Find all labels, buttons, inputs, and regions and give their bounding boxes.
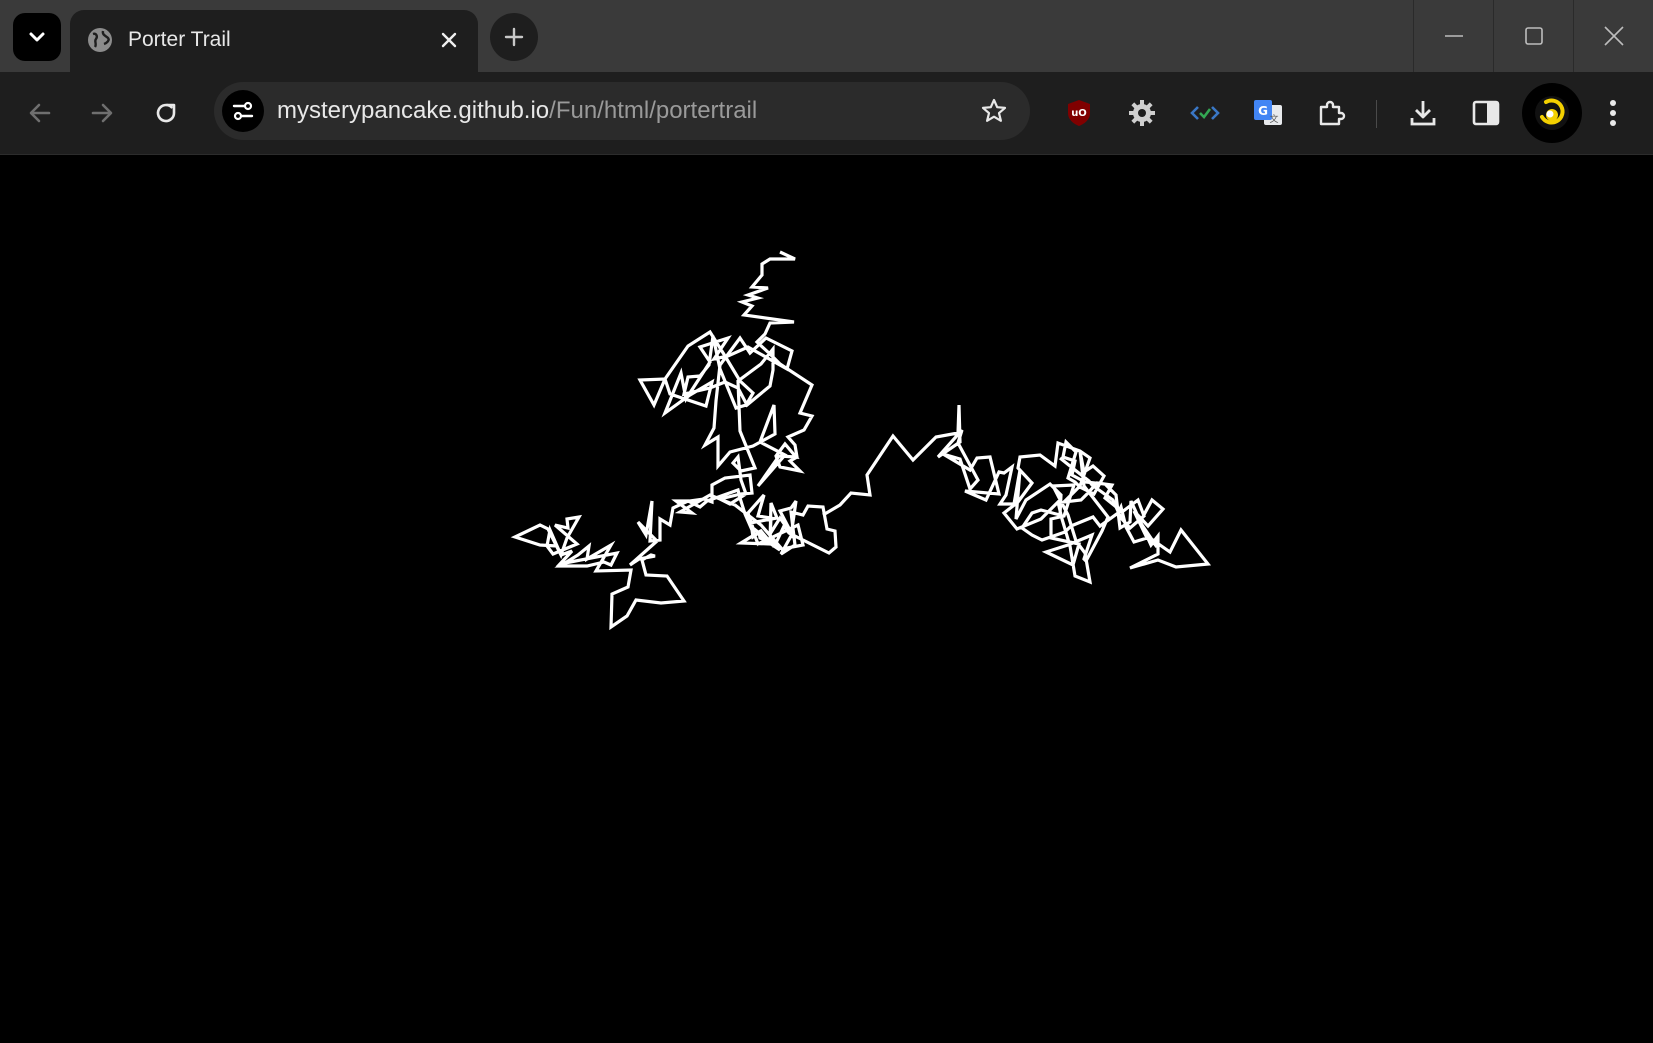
svg-text:G: G	[1258, 104, 1268, 118]
side-panel-button[interactable]	[1462, 89, 1510, 137]
porter-trail-canvas[interactable]	[0, 155, 1653, 1043]
page-viewport	[0, 155, 1653, 1043]
address-bar[interactable]: mysterypancake.github.io/Fun/html/porter…	[214, 82, 1030, 140]
tab-active[interactable]: Porter Trail	[70, 10, 478, 72]
globe-icon	[88, 28, 112, 52]
extensions-puzzle-icon	[1319, 100, 1346, 126]
browser-toolbar: mysterypancake.github.io/Fun/html/porter…	[0, 72, 1653, 155]
extensions-button[interactable]	[1307, 89, 1355, 137]
tab-strip: Porter Trail	[0, 0, 1653, 72]
ublock-origin-icon: uO	[1068, 100, 1090, 126]
back-arrow-icon	[29, 103, 51, 123]
maximize-button[interactable]	[1493, 0, 1574, 72]
toolbar-separator	[1376, 100, 1377, 128]
chevron-down-icon	[29, 32, 45, 42]
tab-search-button[interactable]	[13, 13, 61, 61]
close-icon	[441, 32, 457, 48]
forward-arrow-icon	[91, 103, 113, 123]
window-close-button[interactable]	[1573, 0, 1653, 72]
ublock-origin-button[interactable]: uO	[1055, 89, 1103, 137]
svg-text:文: 文	[1269, 113, 1278, 125]
reload-icon	[156, 103, 176, 123]
reload-button[interactable]	[142, 89, 190, 137]
bookmark-star-icon	[981, 98, 1007, 122]
new-tab-button[interactable]	[490, 13, 538, 61]
gear-extension-icon	[1129, 100, 1155, 126]
forward-button[interactable]	[78, 89, 126, 137]
url-host: mysterypancake.github.io	[277, 97, 550, 124]
minimize-button[interactable]	[1413, 0, 1494, 72]
tab-title: Porter Trail	[128, 28, 231, 51]
google-translate-icon: G文	[1254, 100, 1282, 125]
chrome-menu-button[interactable]	[1589, 89, 1637, 137]
random-walk-trail-east	[822, 404, 1212, 585]
profile-button[interactable]	[1522, 83, 1582, 143]
google-translate-button[interactable]: G文	[1244, 89, 1292, 137]
kebab-menu-icon	[1610, 100, 1616, 126]
url-text[interactable]: mysterypancake.github.io/Fun/html/porter…	[277, 96, 757, 126]
site-info-icon	[232, 101, 254, 121]
random-walk-trail	[510, 250, 838, 631]
svg-text:uO: uO	[1071, 108, 1087, 119]
gear-extension-button[interactable]	[1118, 89, 1166, 137]
maximize-icon	[1525, 27, 1543, 45]
side-panel-icon	[1472, 100, 1500, 126]
site-info-button[interactable]	[222, 90, 264, 132]
profile-avatar-icon	[1535, 96, 1569, 130]
downloads-button[interactable]	[1399, 89, 1447, 137]
code-check-extension-button[interactable]	[1181, 89, 1229, 137]
tab-close-button[interactable]	[434, 25, 464, 55]
minimize-icon	[1445, 35, 1463, 37]
url-path: /Fun/html/portertrail	[549, 97, 758, 124]
bookmark-button[interactable]	[974, 91, 1014, 131]
download-icon	[1410, 101, 1436, 126]
plus-icon	[504, 27, 524, 47]
close-icon	[1604, 26, 1624, 46]
code-check-extension-icon	[1190, 106, 1220, 120]
back-button[interactable]	[16, 89, 64, 137]
